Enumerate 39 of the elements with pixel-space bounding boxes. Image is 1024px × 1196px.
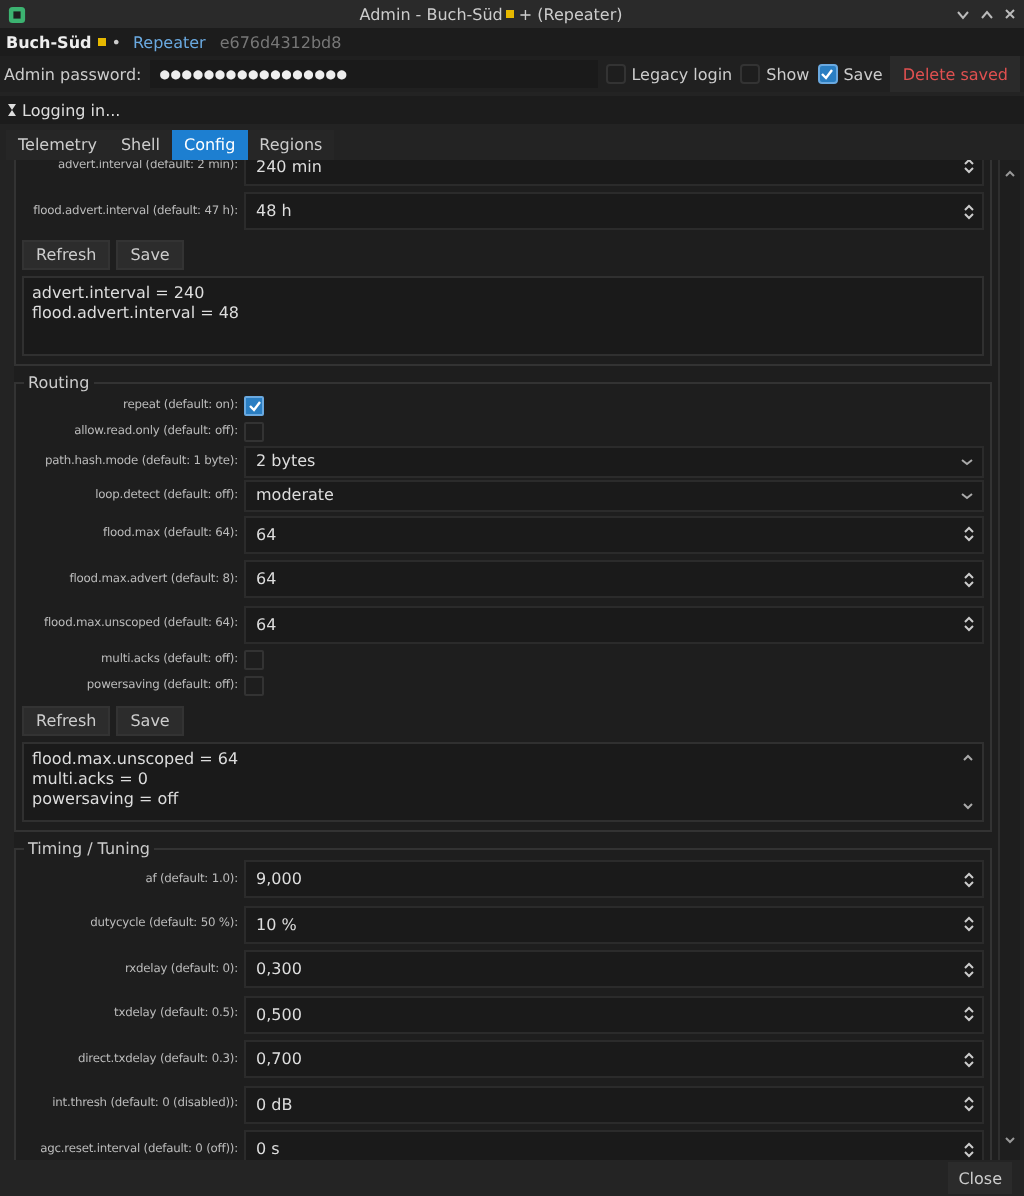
- close-button[interactable]: Close: [948, 1162, 1012, 1194]
- spin-box[interactable]: 0 s: [244, 1130, 984, 1160]
- output-line: multi.acks = 0: [32, 769, 150, 789]
- save-checkbox[interactable]: Save: [817, 64, 883, 84]
- window-title: + (Repeater): [518, 5, 623, 23]
- tab[interactable]: Config: [171, 130, 248, 160]
- group-button[interactable]: Save: [116, 705, 184, 735]
- legacy-login-checkbox[interactable]: Legacy login: [605, 64, 733, 84]
- status-text: Logging in...: [22, 101, 121, 119]
- output-line: flood.max.unscoped = 64: [32, 749, 241, 769]
- delete-saved-button[interactable]: Delete saved: [890, 56, 1020, 92]
- spin-box[interactable]: 64: [244, 605, 984, 644]
- node-id: e676d4312bd8: [219, 33, 342, 51]
- node-name: Buch-Süd: [6, 33, 92, 51]
- group-title: Routing: [24, 374, 94, 392]
- group-title: Timing / Tuning: [24, 839, 154, 857]
- spin-box[interactable]: 10 %: [244, 905, 984, 944]
- dropdown[interactable]: 2 bytes: [244, 445, 984, 477]
- spin-box[interactable]: 0,300: [244, 950, 984, 989]
- spin-box[interactable]: 0,700: [244, 1040, 984, 1079]
- spin-box[interactable]: 240 min: [244, 160, 984, 186]
- password-label: Admin password:: [4, 65, 142, 83]
- spin-box[interactable]: 48 h: [244, 192, 984, 231]
- spin-box[interactable]: 9,000: [244, 860, 984, 899]
- node-mark: •: [111, 33, 121, 51]
- node-type: Repeater: [132, 33, 206, 51]
- output-line: powersaving = off: [32, 789, 181, 809]
- group-button[interactable]: Refresh: [22, 705, 111, 735]
- show-checkbox[interactable]: Show: [740, 64, 810, 84]
- dropdown[interactable]: moderate: [244, 479, 984, 511]
- group-button[interactable]: Refresh: [22, 240, 111, 270]
- window-title: Admin - Buch-Süd: [359, 5, 503, 23]
- output-line: flood.advert.interval = 48: [32, 304, 242, 324]
- spin-box[interactable]: 64: [244, 515, 984, 554]
- spin-box[interactable]: 0,500: [244, 995, 984, 1034]
- group-button[interactable]: Save: [116, 240, 184, 270]
- spin-box[interactable]: 64: [244, 560, 984, 599]
- spin-box[interactable]: 0 dB: [244, 1085, 984, 1124]
- output-line: advert.interval = 240: [32, 284, 207, 304]
